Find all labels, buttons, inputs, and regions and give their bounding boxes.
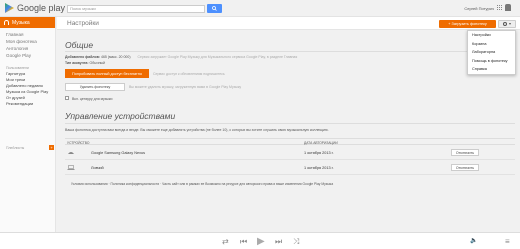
sidebar: Музыка Главная Моя фонотека Антология Go… [0,17,56,232]
google-play-logo[interactable]: Google play [5,3,65,13]
sub-nav-item[interactable]: Рекомендации [6,101,55,107]
sub-nav: Пользователи Гарнитура Мои треки Добавле… [0,65,55,107]
devices-section-title: Управление устройствами [65,111,176,121]
remove-library-button[interactable]: Удалить фонотеку [65,83,125,91]
music-tab[interactable]: Музыка [0,17,55,28]
device-name: Ловчий [91,166,104,170]
nav-item-google-play[interactable]: Google Play [6,52,55,59]
remove-library-note: Вы можете удалить музыку, загруженную ва… [129,85,242,89]
search-icon [212,6,217,11]
player-bar: ⇄ ⏮ ▶ ⏭ ⤨ 🔈 ≡ [0,232,520,249]
brand-name: Google play [17,3,66,13]
files-added-value: 465 (макс. 20 000) [101,55,131,59]
user-name[interactable]: Сергей Потурич [464,6,494,11]
device-date: 1 октября 2013 г. [304,151,334,155]
queue-icon[interactable]: ≡ [505,237,510,246]
devices-description: Ваша фонотека доступна вам всегда и везд… [65,128,329,132]
headphones-icon [4,20,9,25]
menu-item-help[interactable]: Помощь в фонотеку [468,57,515,66]
account-type-label: Тип аккаунта: [65,61,89,65]
next-icon[interactable]: ⏭ [275,237,282,246]
menu-item-labs[interactable]: Лабораторна [468,48,515,57]
files-added-row: Добавлено файлов: 465 (макс. 20 000) Сер… [65,55,297,59]
table-row: Google Samsung Galaxy Nexus 1 октября 20… [65,146,515,160]
device-name: Google Samsung Galaxy Nexus [91,151,146,155]
chevron-down-icon [509,23,511,25]
try-full-access-button[interactable]: Попробовать полный доступ бесплатно [65,69,149,78]
top-bar: Google play Поиск музыки Сергей Потурич [0,0,520,17]
previous-icon[interactable]: ⏮ [240,237,247,246]
menu-item-settings[interactable]: Настройки [468,31,515,40]
col-date: ДАТА АВТОРИЗАЦИИ [304,140,338,145]
main-nav: Главная Моя фонотека Антология Google Pl… [0,31,55,59]
menu-item-reference[interactable]: Справка [468,65,515,74]
divider [65,51,515,52]
play-logo-icon [5,3,14,13]
play-icon[interactable]: ▶ [257,237,265,247]
device-date: 1 октября 2013 г. [304,166,334,170]
settings-dropdown: Настройки Корзина Лабораторна Помощь в ф… [467,30,516,75]
divider [65,123,515,124]
search-button[interactable] [207,4,222,13]
account-type-value: Обычный [89,61,105,65]
search-input[interactable]: Поиск музыки [67,5,205,13]
phone-icon [68,152,74,154]
gear-icon [503,22,507,26]
general-section-title: Общие [65,40,94,50]
apps-grid-icon[interactable] [497,5,502,10]
upload-music-button[interactable]: + Загрузить фонотеку [439,20,496,28]
music-label: Музыка [12,19,30,26]
disconnect-button[interactable]: Отключить [451,149,479,156]
playlists-label: Плейлисты [6,146,25,150]
settings-menu-button[interactable] [498,20,516,28]
repeat-icon[interactable]: ⇄ [222,237,229,246]
disconnect-button[interactable]: Отключить [451,164,479,171]
nav-item-home[interactable]: Главная [6,31,55,38]
volume-icon[interactable]: 🔈 [470,237,477,246]
explicit-filter-label: Вкл. цензуру для музыки [72,96,113,101]
devices-table-header: УСТРОЙСТВО ДАТА АВТОРИЗАЦИИ [65,138,515,145]
files-added-label: Добавлено файлов: [65,55,101,59]
add-playlist-button[interactable]: + [49,145,54,150]
full-access-note: Сервис доступ к обновлениям подпишитесь [153,72,225,76]
explicit-filter-checkbox[interactable] [65,96,69,100]
page-title: Настройки [67,20,99,27]
files-added-note: Сервис загружает Google Play Музыку для … [137,55,298,59]
notifications-icon[interactable] [505,4,511,11]
table-row: Ловчий 1 октября 2013 г. Отключить [65,161,515,175]
laptop-icon [67,165,75,170]
shuffle-icon[interactable]: ⤨ [293,237,299,246]
nav-item-library[interactable]: Моя фонотека [6,38,55,45]
page-header: Настройки + Загрузить фонотеку [57,17,520,30]
col-device: УСТРОЙСТВО [67,140,90,145]
nav-item-anthology[interactable]: Антология [6,45,55,52]
settings-content: Общие Добавлено файлов: 465 (макс. 20 00… [57,31,520,232]
account-type-row: Тип аккаунта: Обычный [65,61,105,65]
menu-item-trash[interactable]: Корзина [468,40,515,49]
footer-links[interactable]: Условия использования · Политика конфиде… [71,182,333,186]
